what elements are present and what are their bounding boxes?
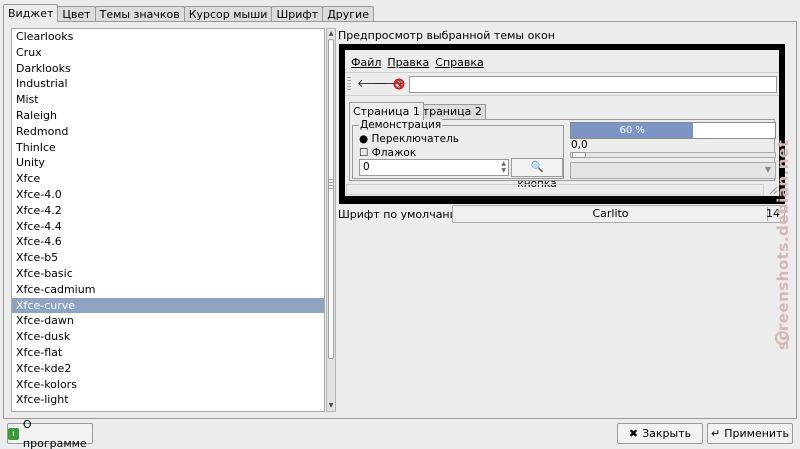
progress-fill: 60 % (571, 123, 694, 138)
theme-list-item[interactable]: Xfce-basic (12, 266, 324, 282)
apply-return-icon: ↵ (711, 427, 721, 440)
preview-combo[interactable]: ▼ (570, 162, 776, 179)
theme-list-item[interactable]: Xfce-kde2 (12, 361, 324, 377)
theme-list-item[interactable]: Clearlooks (12, 29, 324, 45)
forward-arrow-icon[interactable]: 🡒 (374, 77, 404, 91)
theme-list-item[interactable]: Xfce-flat (12, 345, 324, 361)
preview-window: Файл Правка Справка 🡐 🡒 Страница 1 Стран… (345, 50, 779, 196)
preview-menu-help[interactable]: Справка (435, 56, 483, 69)
theme-list-scrollbar[interactable]: ▲ ▼ (326, 28, 336, 412)
default-font-button[interactable]: Carlito 14 (452, 205, 785, 223)
tab-mouse-cursor[interactable]: Курсор мыши (183, 6, 273, 22)
theme-list[interactable]: Clearlooks Crux Darklooks Industrial Mist Ral… (11, 28, 325, 412)
theme-list-item[interactable]: Crux (12, 45, 324, 61)
preview-radio[interactable]: ● Переключатель (359, 133, 459, 145)
radio-label: Переключатель (371, 133, 460, 145)
theme-list-item[interactable]: Xfce-dawn (12, 313, 324, 329)
default-font-label: Шрифт по умолчанию: (338, 208, 470, 221)
toolbar-handle-icon (347, 77, 351, 91)
close-label: Закрыть (642, 427, 692, 440)
scroll-thumb[interactable] (328, 39, 334, 359)
tab-widget[interactable]: Виджет (3, 4, 59, 22)
tab-bar: Виджет Цвет Темы значков Курсор мыши Шри… (3, 4, 374, 22)
search-icon: 🔍 (530, 161, 544, 173)
theme-list-item[interactable]: Xfce-4.2 (12, 203, 324, 219)
scale-value: 0,0 (571, 139, 588, 151)
watermark: screenshots.debian.net (774, 139, 792, 350)
theme-list-item[interactable]: Xfce-4.4 (12, 219, 324, 235)
apply-button[interactable]: ↵ Применить (707, 423, 793, 444)
apply-label: Применить (724, 427, 789, 440)
spin-arrows-icon[interactable]: ▲ ▼ (501, 160, 506, 174)
demo-frame: Демонстрация ● Переключатель ☐ Флажок 0 … (352, 119, 564, 190)
theme-list-item[interactable]: Redmond (12, 124, 324, 140)
theme-list-item[interactable]: Xfce-4.6 (12, 234, 324, 250)
about-button[interactable]: i О программе (7, 418, 93, 449)
scale-knob[interactable] (572, 152, 586, 158)
tab-icon-themes[interactable]: Темы значков (94, 6, 185, 22)
theme-list-item[interactable]: Darklooks (12, 61, 324, 77)
checkbox-label: Флажок (371, 147, 417, 159)
preview-label: Предпросмотр выбранной темы окон (338, 29, 555, 42)
theme-list-item[interactable]: Xfce-curve (12, 297, 324, 314)
preview-address-entry[interactable] (409, 76, 777, 93)
preview-checkbox[interactable]: ☐ Флажок (359, 147, 416, 159)
about-label: О программе (22, 417, 87, 449)
chevron-down-icon: ▼ (764, 165, 771, 174)
theme-list-item[interactable]: Xfce-cadmium (12, 282, 324, 298)
back-arrow-icon[interactable]: 🡐 (357, 77, 387, 91)
theme-list-item[interactable]: Industrial (12, 76, 324, 92)
theme-list-item[interactable]: Xfce-b5 (12, 250, 324, 266)
theme-list-item[interactable]: Xfce-kolors (12, 377, 324, 393)
theme-preview: Файл Правка Справка 🡐 🡒 Страница 1 Стран… (339, 44, 785, 204)
tab-color[interactable]: Цвет (57, 6, 96, 22)
preview-statusbar (346, 184, 764, 195)
about-icon: i (8, 427, 19, 440)
preview-progress-bar: 60 % (570, 122, 776, 139)
preview-tab-panel: Демонстрация ● Переключатель ☐ Флажок 0 … (349, 119, 776, 190)
theme-list-item[interactable]: Raleigh (12, 108, 324, 124)
close-button[interactable]: ✖ Закрыть (617, 423, 703, 444)
preview-menu-edit[interactable]: Правка (387, 56, 429, 69)
preview-spin-input[interactable]: 0 ▲ ▼ (359, 159, 509, 176)
preview-menu-file[interactable]: Файл (351, 56, 381, 69)
preview-toolbar: 🡐 🡒 (345, 72, 779, 96)
theme-list-item[interactable]: Xfce (12, 171, 324, 187)
preview-menubar: Файл Правка Справка (351, 56, 484, 69)
theme-list-item[interactable]: ThinIce (12, 140, 324, 156)
tab-other[interactable]: Другие (322, 6, 374, 22)
spin-value: 0 (363, 161, 370, 173)
theme-list-item[interactable]: Unity (12, 155, 324, 171)
preview-scale[interactable] (570, 152, 776, 158)
scroll-down-icon[interactable]: ▼ (327, 401, 335, 411)
tab-font[interactable]: Шрифт (271, 6, 324, 22)
preview-tab-page1[interactable]: Страница 1 (349, 102, 424, 120)
scroll-grip-icon (328, 179, 334, 189)
theme-list-item[interactable]: Xfce-dusk (12, 329, 324, 345)
stop-icon[interactable] (392, 77, 406, 91)
theme-list-item[interactable]: Xfce-4.0 (12, 187, 324, 203)
theme-list-item[interactable]: Mist (12, 92, 324, 108)
scroll-up-icon[interactable]: ▲ (327, 29, 335, 39)
theme-list-item[interactable]: Xfce-light (12, 392, 324, 408)
close-icon: ✖ (628, 427, 639, 440)
preview-search-button[interactable]: 🔍 кнопка (511, 158, 563, 190)
font-name: Carlito (592, 207, 629, 220)
